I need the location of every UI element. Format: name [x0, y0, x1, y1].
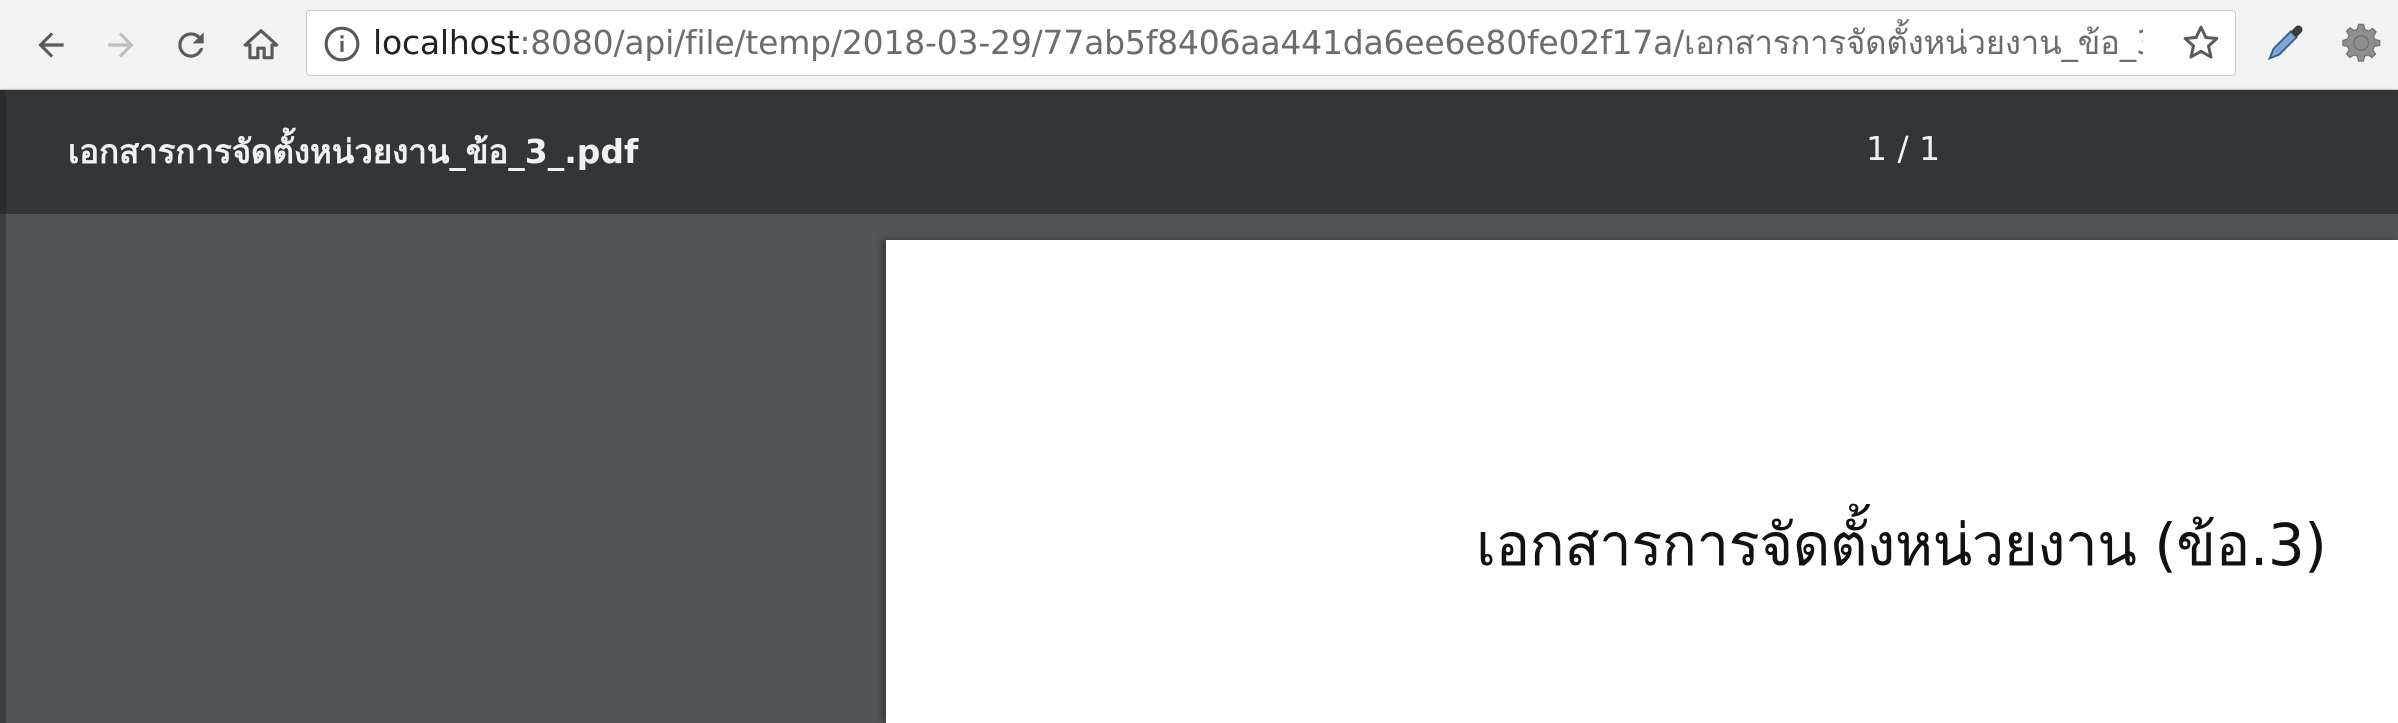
gear-icon	[2342, 23, 2381, 62]
star-icon[interactable]	[2181, 23, 2221, 63]
reload-button[interactable]	[168, 22, 214, 68]
browser-toolbar: localhost:8080/api/file/temp/2018-03-29/…	[0, 0, 2398, 90]
reload-icon	[178, 32, 204, 58]
url-host: localhost	[373, 23, 520, 62]
arrow-left-icon	[38, 32, 64, 58]
url-text[interactable]: localhost:8080/api/file/temp/2018-03-29/…	[373, 11, 2143, 75]
info-icon[interactable]	[323, 25, 361, 63]
pdf-page: เอกสารการจัดตั้งหน่วยงาน (ข้อ.3)	[886, 240, 2398, 723]
page-indicator: 1 / 1	[1866, 129, 1941, 168]
forward-button[interactable]	[98, 22, 144, 68]
pdf-file-title: เอกสารการจัดตั้งหน่วยงาน_ข้อ_3_.pdf	[68, 132, 639, 171]
address-bar[interactable]: localhost:8080/api/file/temp/2018-03-29/…	[306, 10, 2236, 76]
arrow-right-icon	[108, 32, 134, 58]
document-heading: เอกสารการจัดตั้งหน่วยงาน (ข้อ.3)	[1476, 511, 2327, 579]
home-button[interactable]	[238, 22, 284, 68]
home-icon	[243, 29, 279, 60]
url-path: :8080/api/file/temp/2018-03-29/77ab5f840…	[519, 23, 2143, 62]
eyedropper-icon[interactable]	[2262, 20, 2308, 66]
back-button[interactable]	[28, 22, 74, 68]
settings-button[interactable]	[2336, 18, 2386, 68]
pdf-viewer-toolbar: เอกสารการจัดตั้งหน่วยงาน_ข้อ_3_.pdf 1 / …	[0, 90, 2398, 214]
